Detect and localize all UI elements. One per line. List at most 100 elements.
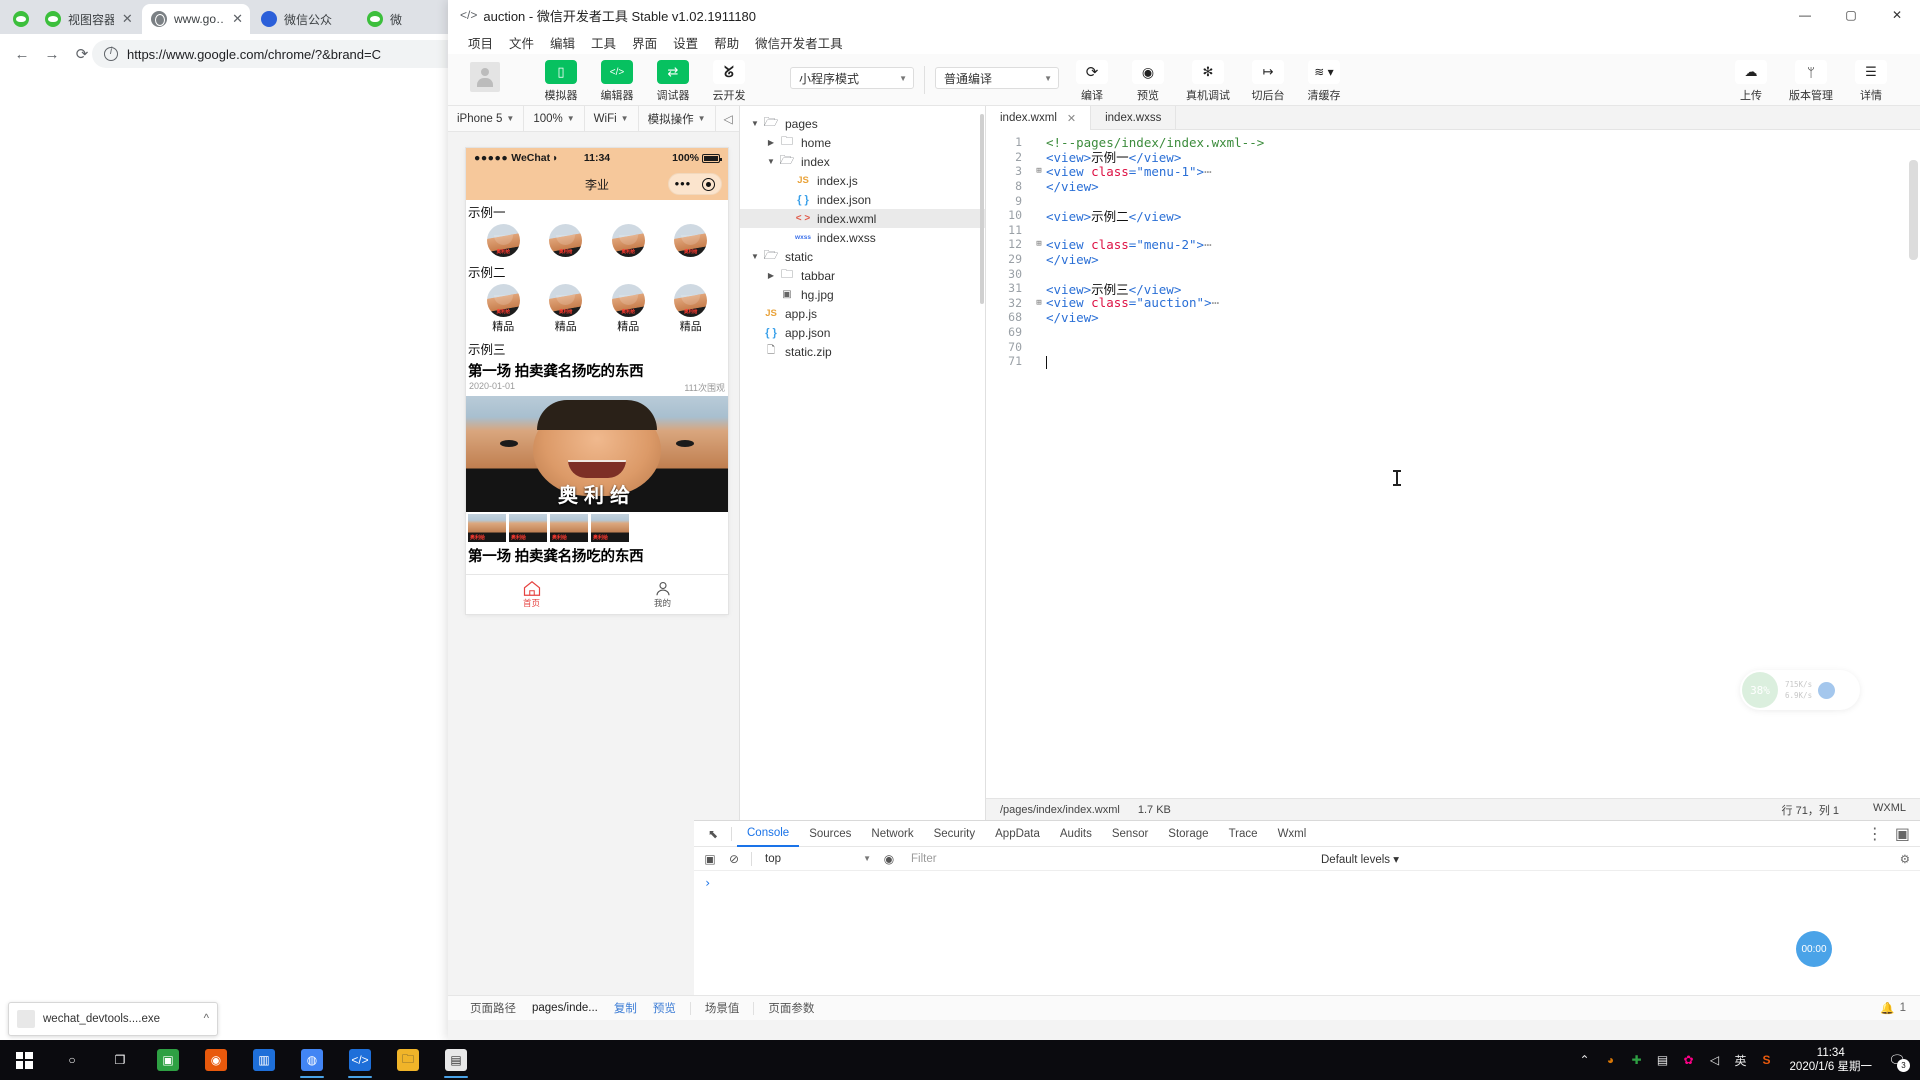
twisty-expanded-icon[interactable]: ▼ xyxy=(748,119,762,128)
notification-bell-icon[interactable]: 🔔 xyxy=(1880,1001,1894,1015)
editor-scrollbar[interactable] xyxy=(1909,160,1918,260)
browser-tab-1[interactable]: 视图容器 ✕ xyxy=(36,4,140,34)
menu-item-edit[interactable]: 编辑 xyxy=(542,31,583,54)
tabbar-item-profile[interactable]: 我的 xyxy=(597,575,728,614)
browser-tab-3[interactable]: 微信公众 xyxy=(252,4,356,34)
menu-item-interface[interactable]: 界面 xyxy=(624,31,665,54)
tab-trace[interactable]: Trace xyxy=(1219,821,1268,847)
compile-mode-select[interactable]: 普通编译 ▼ xyxy=(935,67,1059,89)
preview-button[interactable]: 预览 xyxy=(645,1000,684,1016)
browser-tab-0[interactable] xyxy=(4,4,34,34)
details-button[interactable]: ☰ 详情 xyxy=(1844,54,1898,103)
toolbar-clouddev-button[interactable]: ᘜ 云开发 xyxy=(702,54,756,103)
simulate-action-select[interactable]: 模拟操作 ▼ xyxy=(639,105,716,132)
tab-sources[interactable]: Sources xyxy=(799,821,861,847)
taskbar-wechat-devtools-icon[interactable]: ▤ xyxy=(432,1040,480,1080)
file-tree-row[interactable]: ▶ 🗀 home xyxy=(740,133,985,152)
file-tree-row[interactable]: JS app.js xyxy=(740,304,985,323)
network-select[interactable]: WiFi ▼ xyxy=(585,105,639,132)
notification-center-icon[interactable]: 🗨 3 xyxy=(1882,1040,1912,1080)
avatar-item[interactable]: 奥利给 精品 xyxy=(477,284,529,334)
chevron-up-icon[interactable]: ^ xyxy=(204,1013,209,1025)
taskbar-taskview-icon[interactable]: ❐ xyxy=(96,1040,144,1080)
console-filter-input[interactable]: Filter xyxy=(911,853,1321,865)
taskbar-chrome-icon[interactable]: ◍ xyxy=(288,1040,336,1080)
code-editor[interactable]: 1 <!--pages/index/index.wxml--> 2 <view>示例一… xyxy=(986,130,1920,798)
taskbar-vscode-icon[interactable]: </> xyxy=(336,1040,384,1080)
tray-network-icon[interactable]: ▤ xyxy=(1650,1040,1676,1080)
avatar-item[interactable]: 奥利给 xyxy=(477,224,529,257)
scene-value-button[interactable]: 场景值 xyxy=(697,1000,748,1016)
menu-item-help[interactable]: 帮助 xyxy=(706,31,747,54)
taskbar-search-icon[interactable]: ○ xyxy=(48,1040,96,1080)
phone-simulator[interactable]: ●●●●● WeChat ◗ 11:34 100% 李业 ••• 示例一 奥利给… xyxy=(466,148,728,614)
background-button[interactable]: ↦ 切后台 xyxy=(1241,54,1295,103)
more-icon[interactable]: ••• xyxy=(675,177,692,190)
cursor-position[interactable]: 行 71，列 1 xyxy=(1782,802,1839,818)
sogou-icon[interactable]: S xyxy=(1754,1040,1780,1080)
twisty-expanded-icon[interactable]: ▼ xyxy=(748,252,762,261)
remote-debug-button[interactable]: ✻ 真机调试 xyxy=(1177,54,1239,103)
fold-toggle-icon[interactable]: ⊞ xyxy=(1032,298,1046,308)
performance-widget[interactable]: 38% 715K/s 6.9K/s xyxy=(1740,670,1860,710)
minimize-button[interactable]: — xyxy=(1782,0,1828,30)
back-icon[interactable]: ← xyxy=(8,42,36,66)
avatar[interactable] xyxy=(470,62,500,92)
twisty-collapsed-icon[interactable]: ▶ xyxy=(764,271,778,280)
perf-widget-handle[interactable] xyxy=(1818,681,1836,699)
browser-tab-2[interactable]: www.go… ✕ xyxy=(142,4,250,34)
close-icon[interactable]: ✕ xyxy=(231,12,244,26)
forward-icon[interactable]: → xyxy=(38,42,66,66)
file-tree-row[interactable]: ▼ 🗁 static xyxy=(740,247,985,266)
wechat-capsule[interactable]: ••• xyxy=(668,173,722,195)
close-button[interactable]: ✕ xyxy=(1874,0,1920,30)
twisty-collapsed-icon[interactable]: ▶ xyxy=(764,138,778,147)
avatar-item[interactable]: 奥利给 xyxy=(602,224,654,257)
start-button[interactable] xyxy=(0,1040,48,1080)
tab-wxml[interactable]: Wxml xyxy=(1268,821,1317,847)
menu-item-project[interactable]: 项目 xyxy=(460,31,501,54)
fold-toggle-icon[interactable]: ⊞ xyxy=(1032,166,1046,176)
download-shelf-item[interactable]: wechat_devtools....exe ^ xyxy=(8,1002,218,1036)
menu-item-settings[interactable]: 设置 xyxy=(665,31,706,54)
clear-console-icon[interactable]: ⊘ xyxy=(722,852,746,866)
copy-button[interactable]: 复制 xyxy=(606,1000,645,1016)
device-select[interactable]: iPhone 5 ▼ xyxy=(448,105,525,132)
twisty-expanded-icon[interactable]: ▼ xyxy=(764,157,778,166)
file-tree-row[interactable]: ▣ hg.jpg xyxy=(740,285,985,304)
thumbnail[interactable]: 奥利给 xyxy=(591,514,629,542)
preview-button[interactable]: ◉ 预览 xyxy=(1121,54,1175,103)
tab-sensor[interactable]: Sensor xyxy=(1102,821,1158,847)
console-settings-icon[interactable]: ⚙ xyxy=(1900,852,1910,866)
console-sidebar-icon[interactable]: ▣ xyxy=(698,852,722,866)
toolbar-simulator-button[interactable]: ▯ 模拟器 xyxy=(534,54,588,103)
site-info-icon[interactable] xyxy=(104,46,118,61)
close-icon[interactable]: ✕ xyxy=(1067,112,1076,125)
tab-appdata[interactable]: AppData xyxy=(985,821,1050,847)
avatar-item[interactable]: 奥利给 精品 xyxy=(602,284,654,334)
volume-icon[interactable]: ◁ xyxy=(716,105,742,132)
close-circle-icon[interactable] xyxy=(702,177,716,191)
chevron-up-icon[interactable]: ⌃ xyxy=(1572,1040,1598,1080)
tab-security[interactable]: Security xyxy=(924,821,986,847)
taskbar-app-green-icon[interactable]: ▣ xyxy=(144,1040,192,1080)
language-mode[interactable]: WXML xyxy=(1873,802,1906,818)
avatar-item[interactable]: 奥利给 xyxy=(665,224,717,257)
menu-item-about[interactable]: 微信开发者工具 xyxy=(747,31,851,54)
tray-flower-icon[interactable]: ✿ xyxy=(1676,1040,1702,1080)
file-tree-row[interactable]: { } app.json xyxy=(740,323,985,342)
maximize-button[interactable]: ▢ xyxy=(1828,0,1874,30)
editor-tab-index-wxss[interactable]: index.wxss xyxy=(1091,106,1177,130)
zoom-select[interactable]: 100% ▼ xyxy=(524,105,585,132)
clock[interactable]: 11:34 2020/1/6 星期一 xyxy=(1780,1046,1882,1074)
editor-tab-index-wxml[interactable]: index.wxml ✕ xyxy=(986,106,1092,130)
timer-widget[interactable]: 00:00 xyxy=(1796,931,1832,967)
menu-item-file[interactable]: 文件 xyxy=(501,31,542,54)
tabbar-item-home[interactable]: 首页 xyxy=(466,575,597,614)
file-tree-row[interactable]: 🗋 static.zip xyxy=(740,342,985,361)
mode-select[interactable]: 小程序模式 ▼ xyxy=(790,67,914,89)
file-tree-row[interactable]: ▶ 🗀 tabbar xyxy=(740,266,985,285)
page-path-value[interactable]: pages/inde... xyxy=(524,1002,606,1014)
toolbar-editor-button[interactable]: </> 编辑器 xyxy=(590,54,644,103)
file-tree-row[interactable]: < > index.wxml xyxy=(740,209,985,228)
